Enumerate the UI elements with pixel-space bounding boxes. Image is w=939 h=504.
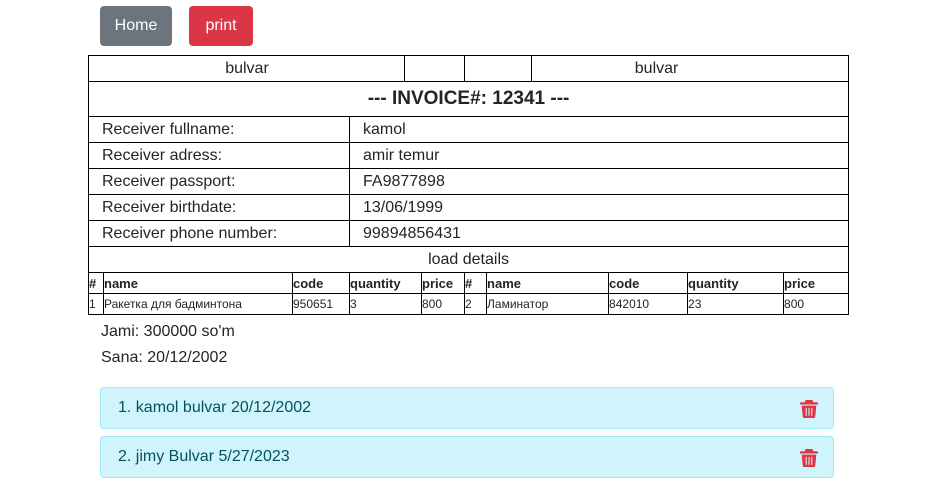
item-code: 842010 bbox=[608, 293, 689, 315]
home-button[interactable]: Home bbox=[100, 6, 172, 46]
total-amount: Jami: 300000 so'm bbox=[101, 323, 235, 340]
print-button[interactable]: print bbox=[189, 6, 253, 46]
field-label-passport: Receiver passport: bbox=[88, 168, 350, 195]
field-label-address: Receiver adress: bbox=[88, 142, 350, 169]
list-item-text: 1. kamol bulvar 20/12/2002 bbox=[118, 399, 312, 416]
list-item[interactable]: 1. kamol bulvar 20/12/2002 bbox=[100, 387, 834, 429]
item-number: 2 bbox=[464, 293, 488, 315]
field-value-address: amir temur bbox=[348, 142, 850, 169]
invoice-table: bulvar bulvar --- INVOICE#: 12341 --- Re… bbox=[87, 55, 850, 315]
col-header-code: code bbox=[292, 272, 350, 294]
field-value-passport: FA9877898 bbox=[348, 168, 850, 195]
invoice-date: Sana: 20/12/2002 bbox=[101, 349, 228, 366]
col-header-name: name bbox=[486, 272, 610, 294]
item-name: Ламинатор bbox=[486, 293, 610, 315]
col-header-price: price bbox=[420, 272, 466, 294]
item-price: 800 bbox=[420, 293, 466, 315]
col-header-quantity: quantity bbox=[349, 272, 422, 294]
col-header-quantity: quantity bbox=[687, 272, 785, 294]
header-divider bbox=[531, 55, 532, 81]
header-right-text: bulvar bbox=[634, 59, 679, 77]
list-item[interactable]: 2. jimy Bulvar 5/27/2023 bbox=[100, 436, 834, 478]
trash-icon[interactable] bbox=[800, 449, 818, 467]
col-header-number: # bbox=[464, 272, 488, 294]
field-label-birthdate: Receiver birthdate: bbox=[88, 194, 350, 221]
load-details-heading: load details bbox=[87, 246, 850, 273]
field-label-phone: Receiver phone number: bbox=[88, 220, 350, 247]
header-left-text: bulvar bbox=[225, 59, 269, 77]
field-value-fullname: kamol bbox=[348, 116, 850, 143]
header-divider bbox=[404, 55, 405, 81]
item-quantity: 3 bbox=[349, 293, 422, 315]
item-quantity: 23 bbox=[687, 293, 785, 315]
list-item-text: 2. jimy Bulvar 5/27/2023 bbox=[118, 448, 290, 465]
invoice-header-left: bulvar bbox=[87, 55, 466, 82]
invoice-header-right: bulvar bbox=[464, 55, 850, 82]
invoice-title: --- INVOICE#: 12341 --- bbox=[87, 81, 850, 117]
item-name: Ракетка для бадминтона bbox=[103, 293, 293, 315]
trash-icon[interactable] bbox=[800, 400, 818, 418]
field-label-fullname: Receiver fullname: bbox=[88, 116, 350, 143]
col-header-price: price bbox=[783, 272, 850, 294]
col-header-name: name bbox=[103, 272, 293, 294]
field-value-phone: 99894856431 bbox=[348, 220, 850, 247]
item-price: 800 bbox=[783, 293, 850, 315]
item-code: 950651 bbox=[292, 293, 350, 315]
field-value-birthdate: 13/06/1999 bbox=[348, 194, 850, 221]
item-number: 1 bbox=[88, 293, 104, 315]
col-header-number: # bbox=[88, 272, 104, 294]
col-header-code: code bbox=[608, 272, 689, 294]
